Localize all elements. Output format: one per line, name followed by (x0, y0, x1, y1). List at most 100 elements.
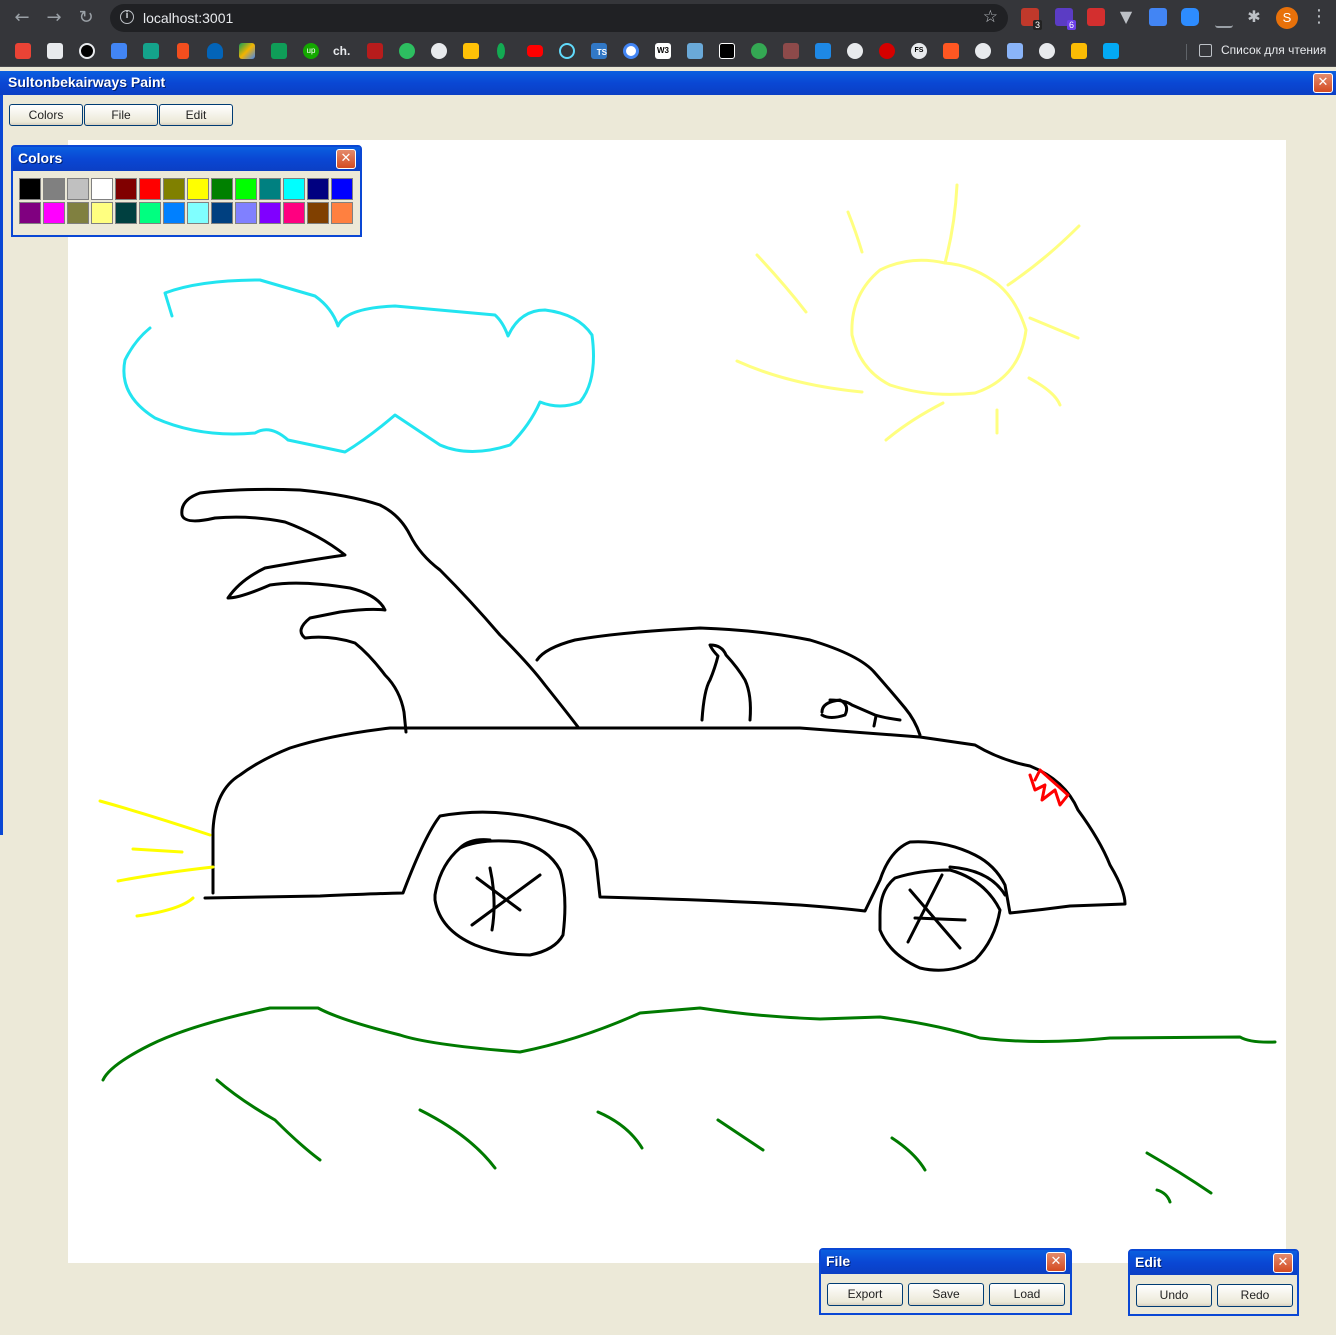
color-swatch[interactable] (307, 178, 329, 200)
bookmark-typescript-icon[interactable]: TS (591, 43, 607, 59)
bookmark-figma-icon[interactable] (177, 43, 189, 59)
color-swatch[interactable] (115, 178, 137, 200)
bookmark-circle-icon[interactable] (79, 43, 95, 59)
bookmark-onedrive-icon[interactable] (207, 43, 223, 59)
forward-arrow-icon[interactable]: → (42, 6, 66, 30)
bookmark-translate-icon[interactable] (111, 43, 127, 59)
bookmark-sheets-icon[interactable] (271, 43, 287, 59)
bookmark-red-face-icon[interactable] (879, 43, 895, 59)
color-swatch[interactable] (43, 178, 65, 200)
bookmark-p-icon[interactable] (143, 43, 159, 59)
color-swatch[interactable] (331, 202, 353, 224)
extension-vue-icon[interactable]: ▼ (1117, 8, 1135, 26)
color-swatch[interactable] (139, 178, 161, 200)
color-swatch[interactable] (163, 178, 185, 200)
extension-todoist-icon[interactable]: 3 (1021, 8, 1042, 30)
profile-avatar[interactable]: S (1276, 7, 1298, 29)
extension-red-icon[interactable] (1087, 8, 1105, 26)
bookmark-shield-icon[interactable] (1007, 43, 1023, 59)
ground-stroke (101, 1006, 1277, 1204)
bookmark-drive-icon[interactable] (239, 43, 255, 59)
color-swatch[interactable] (211, 178, 233, 200)
bookmark-image-icon[interactable] (783, 43, 799, 59)
save-button[interactable]: Save (908, 1283, 984, 1306)
bookmark-bug-icon[interactable] (1103, 43, 1119, 59)
file-menu-button[interactable]: File (84, 104, 158, 126)
file-panel-close-button[interactable]: ✕ (1046, 1252, 1066, 1272)
extension-badge: 3 (1032, 20, 1042, 30)
load-button[interactable]: Load (989, 1283, 1065, 1306)
bookmark-star-icon[interactable]: ☆ (983, 7, 998, 27)
extension-pen-icon[interactable] (1215, 8, 1233, 28)
address-bar[interactable]: i localhost:3001 ☆ (110, 4, 1008, 32)
bookmark-mongodb-icon[interactable] (497, 43, 505, 59)
bookmark-fs-icon[interactable]: FS (911, 43, 927, 59)
color-swatch[interactable] (43, 202, 65, 224)
back-arrow-icon[interactable]: ← (10, 6, 34, 30)
color-swatch[interactable] (19, 178, 41, 200)
extension-translate-icon[interactable] (1149, 8, 1167, 26)
colors-panel: Colors ✕ (11, 145, 362, 237)
colors-menu-button[interactable]: Colors (9, 104, 83, 126)
reading-list-icon[interactable] (1199, 44, 1212, 57)
cloud-stroke (122, 278, 595, 454)
extension-zoom-icon[interactable] (1181, 8, 1199, 26)
more-menu-icon[interactable]: ⋮ (1310, 6, 1328, 27)
edit-menu-button[interactable]: Edit (159, 104, 233, 126)
color-swatch[interactable] (67, 202, 89, 224)
color-swatch[interactable] (211, 202, 233, 224)
bookmark-evernote-icon[interactable] (399, 43, 415, 59)
url-text[interactable]: localhost:3001 (143, 9, 233, 27)
color-swatch[interactable] (91, 178, 113, 200)
drawing-canvas[interactable] (68, 140, 1286, 1263)
color-swatch[interactable] (331, 178, 353, 200)
color-swatch[interactable] (259, 202, 281, 224)
bookmark-black-icon[interactable] (719, 43, 735, 59)
color-swatch[interactable] (187, 178, 209, 200)
bookmark-github-icon[interactable] (975, 43, 991, 59)
bookmark-red-icon[interactable] (367, 43, 383, 59)
bookmark-google-icon[interactable] (623, 43, 639, 59)
color-swatch[interactable] (187, 202, 209, 224)
bookmark-github-icon[interactable] (431, 43, 447, 59)
color-swatch[interactable] (307, 202, 329, 224)
color-swatch[interactable] (115, 202, 137, 224)
app-title-bar: Sultonbekairways Paint ✕ (0, 71, 1336, 95)
bookmark-github-icon[interactable] (1039, 43, 1055, 59)
color-swatch[interactable] (91, 202, 113, 224)
color-swatch[interactable] (67, 178, 89, 200)
bookmark-ch-icon[interactable]: ch. (333, 43, 355, 59)
edit-panel-close-button[interactable]: ✕ (1273, 1253, 1293, 1273)
bookmark-laptop-icon[interactable] (687, 43, 703, 59)
extension-stack-icon[interactable]: 6 (1055, 8, 1076, 30)
undo-button[interactable]: Undo (1136, 1284, 1212, 1307)
bookmark-ghost-icon[interactable] (847, 43, 863, 59)
color-swatch[interactable] (19, 202, 41, 224)
site-info-icon[interactable]: i (120, 10, 134, 24)
bookmark-upwork-icon[interactable]: up (303, 43, 319, 59)
bookmark-docs-icon[interactable] (47, 43, 63, 59)
extensions-puzzle-icon[interactable]: ✱ (1245, 8, 1263, 26)
bookmark-w3schools-icon[interactable]: W3 (655, 43, 671, 59)
reload-icon[interactable]: ↻ (74, 6, 98, 30)
color-swatch[interactable] (235, 202, 257, 224)
bookmark-question-icon[interactable] (751, 43, 767, 59)
export-button[interactable]: Export (827, 1283, 903, 1306)
reading-list-label[interactable]: Список для чтения (1221, 43, 1326, 57)
color-swatch[interactable] (235, 178, 257, 200)
color-swatch[interactable] (259, 178, 281, 200)
bookmark-robot-icon[interactable] (1071, 43, 1087, 59)
redo-button[interactable]: Redo (1217, 1284, 1293, 1307)
app-close-button[interactable]: ✕ (1313, 73, 1333, 93)
bookmark-layers-icon[interactable] (815, 43, 831, 59)
colors-panel-close-button[interactable]: ✕ (336, 149, 356, 169)
bookmark-youtube-icon[interactable] (527, 45, 543, 57)
bookmark-react-icon[interactable] (559, 43, 575, 59)
color-swatch[interactable] (283, 178, 305, 200)
bookmark-miro-icon[interactable] (463, 43, 479, 59)
color-swatch[interactable] (139, 202, 161, 224)
color-swatch[interactable] (283, 202, 305, 224)
bookmark-gmail-icon[interactable] (15, 43, 31, 59)
color-swatch[interactable] (163, 202, 185, 224)
bookmark-orange-icon[interactable] (943, 43, 959, 59)
